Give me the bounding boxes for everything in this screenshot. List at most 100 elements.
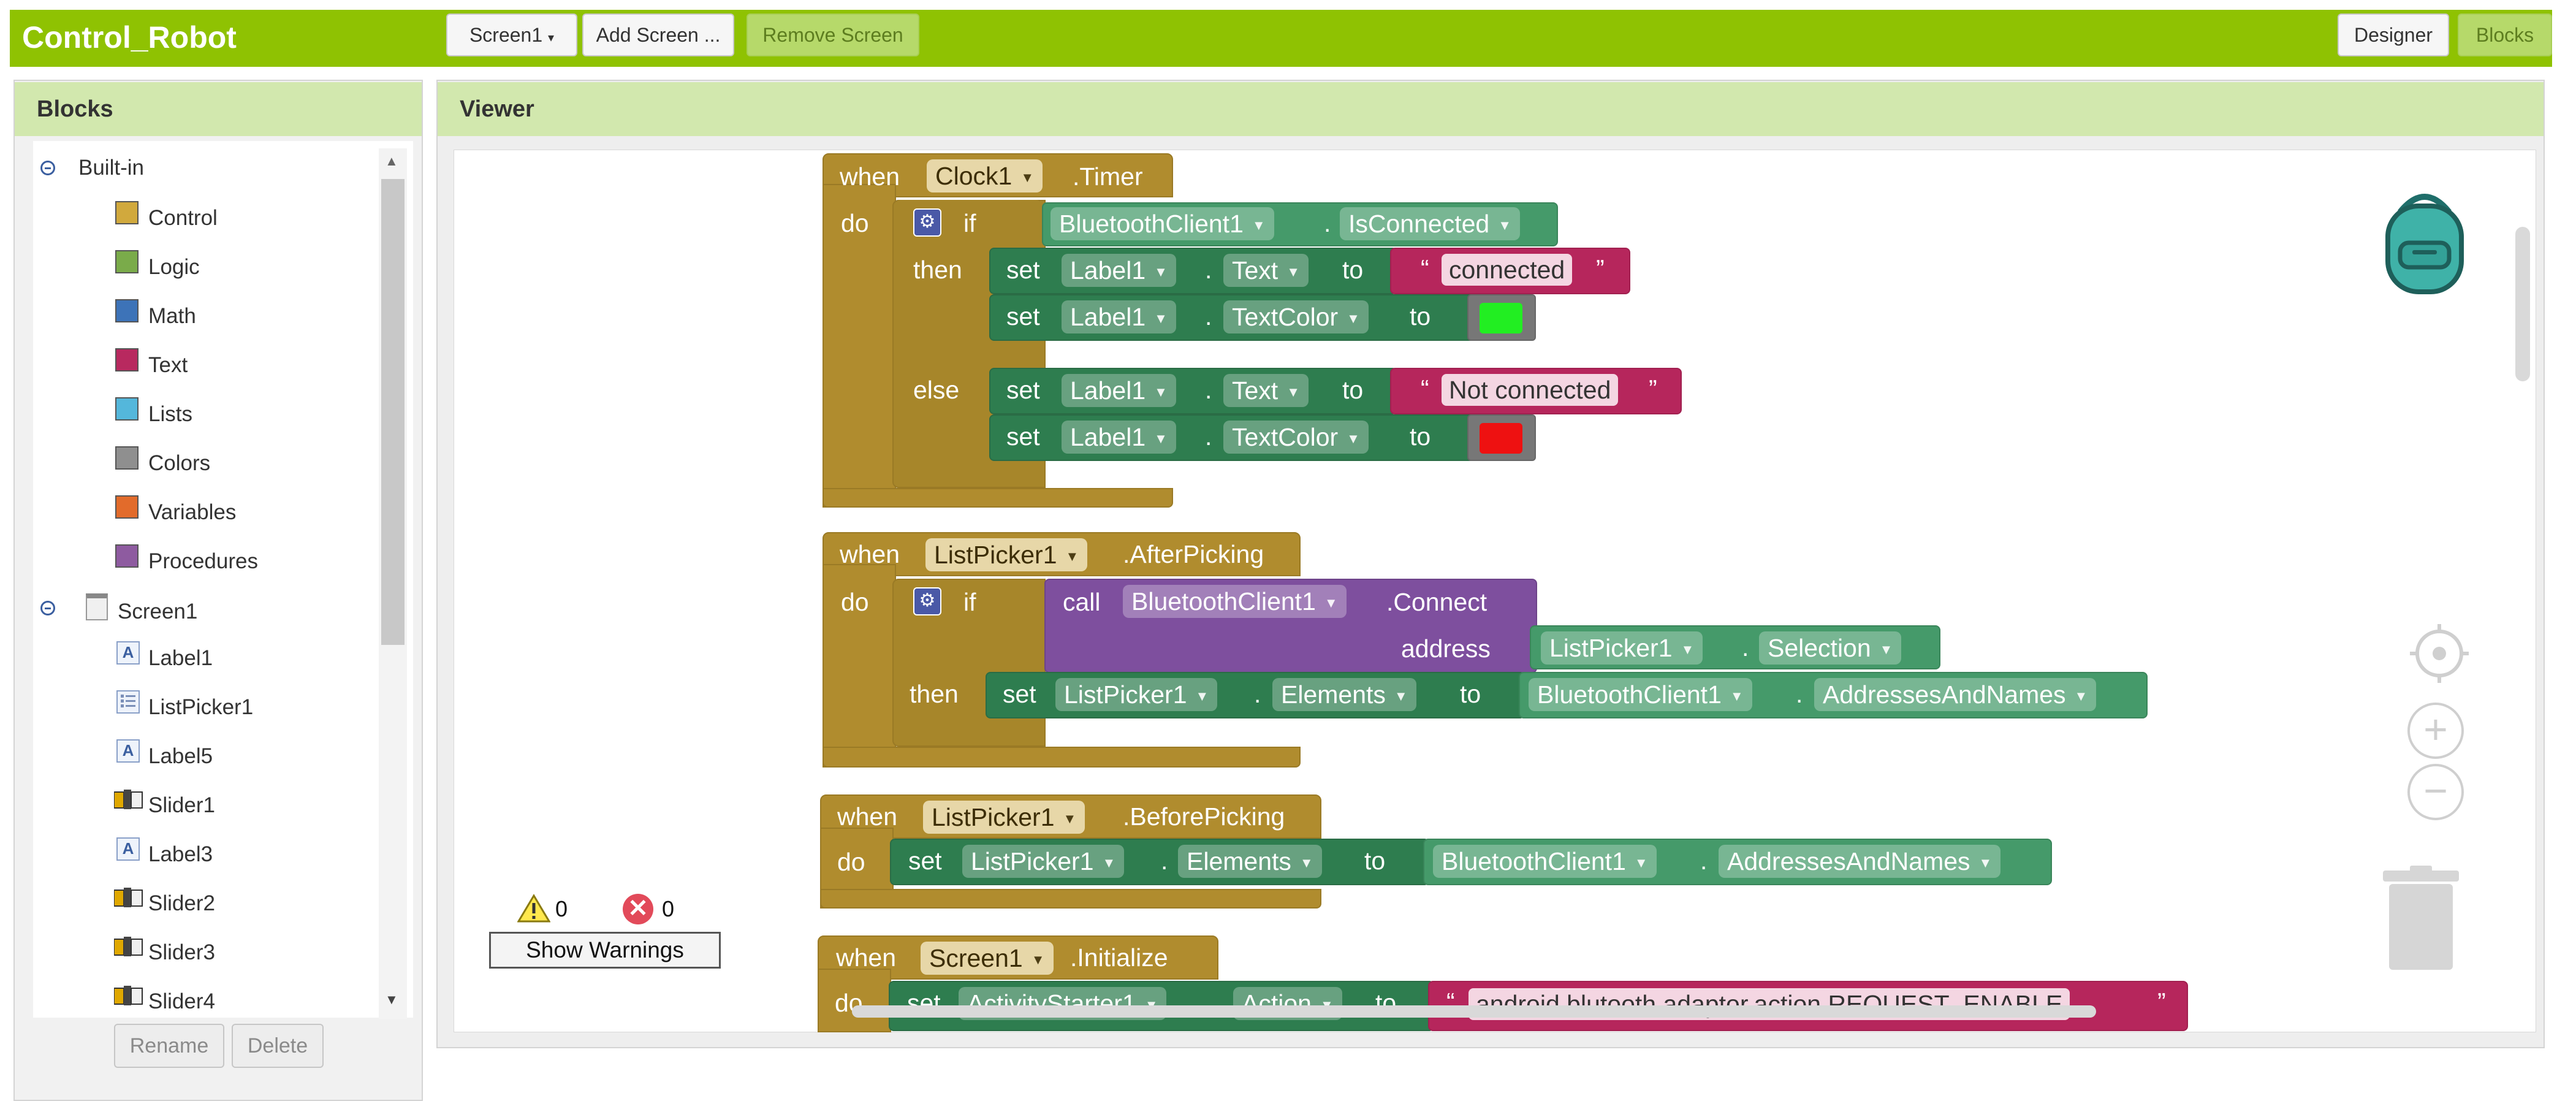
dot-separator: . [1742,633,1749,661]
dot-separator: . [1161,847,1168,875]
addresses-dropdown[interactable]: AddressesAndNames ▼ [1719,845,2001,878]
address-param-label: address [1401,634,1491,663]
quote-open: “ [1421,254,1429,283]
tree-builtin-label[interactable]: Built-in [78,154,144,181]
remove-screen-button[interactable]: Remove Screen [747,13,919,56]
listpicker1-dropdown[interactable]: ListPicker1 ▼ [1055,678,1218,711]
elements-dropdown[interactable]: Elements ▼ [1178,845,1322,878]
listpicker1-dropdown[interactable]: ListPicker1 ▼ [1541,631,1703,665]
component-item-label5[interactable]: Label5 [148,743,213,770]
backpack-icon[interactable] [2357,169,2492,307]
warning-icon [517,894,551,926]
set-label1-text-block[interactable] [989,248,1397,294]
component-item-slider4[interactable]: Slider4 [148,988,215,1015]
green-color-swatch[interactable] [1480,303,1522,333]
screen1-component-dropdown[interactable]: Screen1 ▼ [921,942,1054,975]
set-keyword: set [1006,256,1040,284]
bt-component-dropdown[interactable]: BluetoothClient1 ▼ [1123,585,1347,618]
scroll-down-icon[interactable]: ▼ [385,992,398,1008]
dot-separator: . [1796,680,1803,708]
zoom-out-icon[interactable]: − [2407,764,2464,820]
designer-button[interactable]: Designer [2338,13,2449,56]
to-keyword: to [1342,256,1364,284]
component-item-slider2[interactable]: Slider2 [148,890,215,917]
rename-button[interactable]: Rename [114,1024,224,1068]
listpicker1-component-dropdown[interactable]: ListPicker1 ▼ [923,801,1085,834]
dot-separator: . [1254,680,1261,708]
blocks-tree [33,141,413,1018]
afterpicking-event-label: .AfterPicking [1123,540,1264,568]
blocks-button[interactable]: Blocks [2458,13,2552,56]
text-prop-dropdown[interactable]: Text ▼ [1223,374,1309,407]
add-screen-button[interactable]: Add Screen ... [582,13,734,56]
component-item-slider1[interactable]: Slider1 [148,792,215,819]
label1-dropdown[interactable]: Label1 ▼ [1062,421,1176,454]
set-label1-text-block[interactable] [989,368,1397,414]
scroll-up-icon[interactable]: ▲ [385,153,398,169]
red-color-swatch[interactable] [1480,423,1522,454]
textcolor-prop-dropdown[interactable]: TextColor ▼ [1223,421,1369,454]
component-item-label3[interactable]: Label3 [148,841,213,868]
set-keyword: set [1006,376,1040,404]
tree-screen1-label[interactable]: Screen1 [118,598,197,625]
not-connected-string[interactable]: Not connected [1442,374,1619,406]
variables-drawer-color-icon [115,495,139,519]
label-icon: A [116,837,140,861]
listpicker1-component-dropdown[interactable]: ListPicker1 ▼ [925,538,1088,571]
screen-select-dropdown[interactable]: Screen1 ▾ [446,13,577,56]
collapse-builtin-icon[interactable] [40,161,55,175]
bt-component-dropdown[interactable]: BluetoothClient1 ▼ [1433,845,1657,878]
slider-icon [113,886,143,909]
builtin-item-variables[interactable]: Variables [148,499,236,526]
isconnected-dropdown[interactable]: IsConnected ▼ [1340,207,1520,240]
bt-component-dropdown[interactable]: BluetoothClient1 ▼ [1051,207,1274,240]
trash-icon[interactable] [2378,866,2464,974]
math-drawer-color-icon [115,299,139,322]
component-item-slider3[interactable]: Slider3 [148,939,215,966]
zoom-in-icon[interactable]: + [2407,703,2464,759]
control-drawer-color-icon [115,201,139,224]
gear-icon[interactable]: ⚙ [913,208,941,237]
then-keyword: then [913,256,962,284]
component-item-listpicker1[interactable]: ListPicker1 [148,694,253,721]
label1-dropdown[interactable]: Label1 ▼ [1062,254,1176,287]
clock1-component-dropdown[interactable]: Clock1 ▼ [927,159,1043,192]
textcolor-prop-dropdown[interactable]: TextColor ▼ [1223,300,1369,333]
to-keyword: to [1342,376,1364,404]
listpicker-icon [116,690,140,714]
builtin-item-procedures[interactable]: Procedures [148,548,258,575]
app-title: Control_Robot [22,20,237,55]
do-keyword: do [837,848,865,876]
addresses-dropdown[interactable]: AddressesAndNames ▼ [1814,678,2097,711]
builtin-item-math[interactable]: Math [148,303,196,330]
label1-dropdown[interactable]: Label1 ▼ [1062,374,1176,407]
beforepicking-event-label: .BeforePicking [1123,802,1285,831]
quote-close: ” [2157,988,2166,1016]
listpicker1-dropdown[interactable]: ListPicker1 ▼ [962,845,1125,878]
builtin-item-colors[interactable]: Colors [148,450,210,477]
dot-separator: . [1205,422,1212,451]
gear-icon[interactable]: ⚙ [913,587,941,615]
label1-dropdown[interactable]: Label1 ▼ [1062,300,1176,333]
connected-string[interactable]: connected [1442,254,1573,286]
delete-button[interactable]: Delete [232,1024,324,1068]
when-keyword: when [840,540,900,568]
recenter-icon[interactable] [2409,623,2470,687]
selection-dropdown[interactable]: Selection ▼ [1759,631,1902,665]
workspace-horizontal-scrollbar[interactable] [852,1005,2096,1018]
show-warnings-button[interactable]: Show Warnings [489,932,721,969]
workspace-vertical-scrollbar[interactable] [2515,227,2530,381]
then-keyword: then [910,680,959,708]
builtin-item-lists[interactable]: Lists [148,401,192,428]
component-item-label1[interactable]: Label1 [148,645,213,672]
text-prop-dropdown[interactable]: Text ▼ [1223,254,1309,287]
error-icon: ✕ [623,894,653,924]
quote-close: ” [1596,254,1605,283]
builtin-item-text[interactable]: Text [148,352,188,379]
builtin-item-logic[interactable]: Logic [148,254,200,281]
tree-scrollbar-thumb[interactable] [381,179,405,645]
elements-dropdown[interactable]: Elements ▼ [1272,678,1416,711]
collapse-screen1-icon[interactable] [40,601,55,615]
bt-component-dropdown[interactable]: BluetoothClient1 ▼ [1529,678,1752,711]
builtin-item-control[interactable]: Control [148,205,218,232]
